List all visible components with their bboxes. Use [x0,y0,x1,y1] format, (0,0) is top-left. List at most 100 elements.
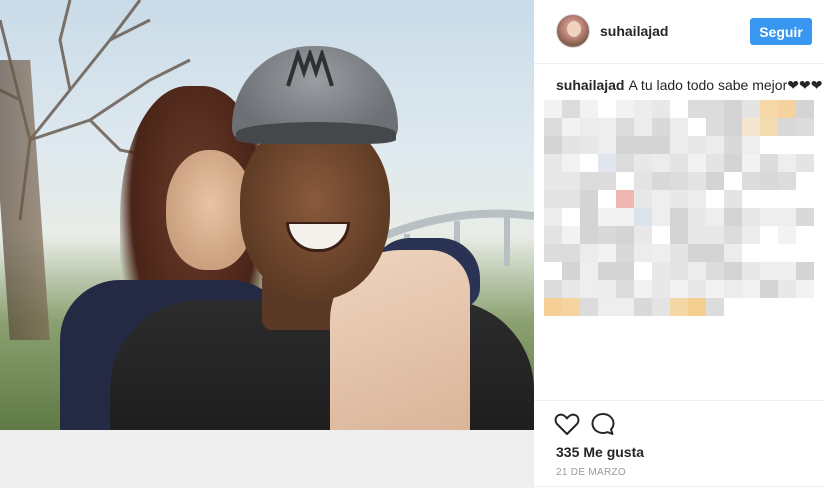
pixel-cell [670,280,688,298]
pixel-cell [652,298,670,316]
likes-count[interactable]: 335 Me gusta [556,444,644,460]
pixelated-comments [544,98,814,326]
pixel-cell [688,208,706,226]
pixel-cell [796,154,814,172]
pixel-cell [742,262,760,280]
profile-avatar[interactable] [556,14,590,48]
caption-username[interactable]: suhailajad [556,77,624,93]
pixel-cell [706,244,724,262]
pixel-cell [652,262,670,280]
pixel-cell [562,172,580,190]
pixel-cell [778,262,796,280]
pixel-cell [796,280,814,298]
pixel-cell [778,100,796,118]
pixel-cell [670,226,688,244]
pixel-cell [706,118,724,136]
pixel-cell [544,154,562,172]
pixel-cell [742,154,760,172]
pixel-cell [670,136,688,154]
pixel-cell [562,100,580,118]
post-photo[interactable] [0,0,534,430]
pixel-cell [688,244,706,262]
pixel-cell [652,172,670,190]
pixel-cell [544,190,562,208]
pixel-cell [634,172,652,190]
pixel-cell [634,118,652,136]
pixel-cell [580,100,598,118]
pixel-cell [598,118,616,136]
pixel-cell [742,118,760,136]
pixel-cell [688,226,706,244]
heart-icon[interactable] [554,412,580,436]
comment-icon[interactable] [590,412,616,436]
pixel-cell [688,280,706,298]
pixel-cell [724,154,742,172]
pixel-cell [562,154,580,172]
follow-button[interactable]: Seguir [750,18,812,45]
pixel-cell [778,280,796,298]
pixel-cell [634,244,652,262]
pixel-cell [724,190,742,208]
pixel-cell [634,100,652,118]
pixel-cell [742,172,760,190]
pixel-cell [652,208,670,226]
pixel-cell [652,100,670,118]
pixel-cell [562,280,580,298]
pixel-cell [562,118,580,136]
pixel-cell [616,208,634,226]
pixel-cell [742,280,760,298]
pixel-cell [598,262,616,280]
pixel-cell [634,298,652,316]
pixel-cell [562,244,580,262]
pixel-cell [598,298,616,316]
pixel-cell [652,244,670,262]
pixel-cell [688,298,706,316]
pixel-cell [544,226,562,244]
pixel-cell [652,154,670,172]
pixel-cell [544,298,562,316]
pixel-cell [634,208,652,226]
pixel-cell [670,154,688,172]
pixel-cell [616,154,634,172]
post-details-panel: suhailajad Seguir suhailajad A tu lado to… [534,0,824,488]
pixel-cell [670,208,688,226]
pixel-cell [760,100,778,118]
post-header: suhailajad Seguir [534,0,824,64]
pixel-cell [562,190,580,208]
pixel-cell [580,298,598,316]
pixel-cell [778,172,796,190]
pixel-cell [670,244,688,262]
pixel-cell [688,100,706,118]
post-date[interactable]: 21 DE MARZO [556,467,626,478]
pixel-cell [634,136,652,154]
pixel-cell [598,208,616,226]
pixel-cell [634,154,652,172]
pixel-cell [706,172,724,190]
pixel-cell [706,154,724,172]
pixel-cell [688,190,706,208]
pixel-cell [706,298,724,316]
cap-brim [236,122,396,144]
pixel-cell [760,208,778,226]
pixel-cell [544,280,562,298]
pixel-cell [742,100,760,118]
post-caption: suhailajad A tu lado todo sabe mejor❤❤❤ [556,76,822,94]
pixel-cell [580,172,598,190]
pixel-cell [742,226,760,244]
pixel-cell [670,190,688,208]
pixel-cell [580,262,598,280]
man-face [240,120,390,300]
pixel-cell [544,118,562,136]
pixel-cell [706,226,724,244]
pixel-cell [616,100,634,118]
pixel-cell [616,298,634,316]
pixel-cell [778,226,796,244]
avatar-face [567,21,581,37]
pixel-cell [670,172,688,190]
author-username[interactable]: suhailajad [600,23,668,39]
pixel-cell [760,280,778,298]
pixel-cell [724,244,742,262]
pixel-cell [634,190,652,208]
pixel-cell [580,136,598,154]
pixel-cell [688,136,706,154]
